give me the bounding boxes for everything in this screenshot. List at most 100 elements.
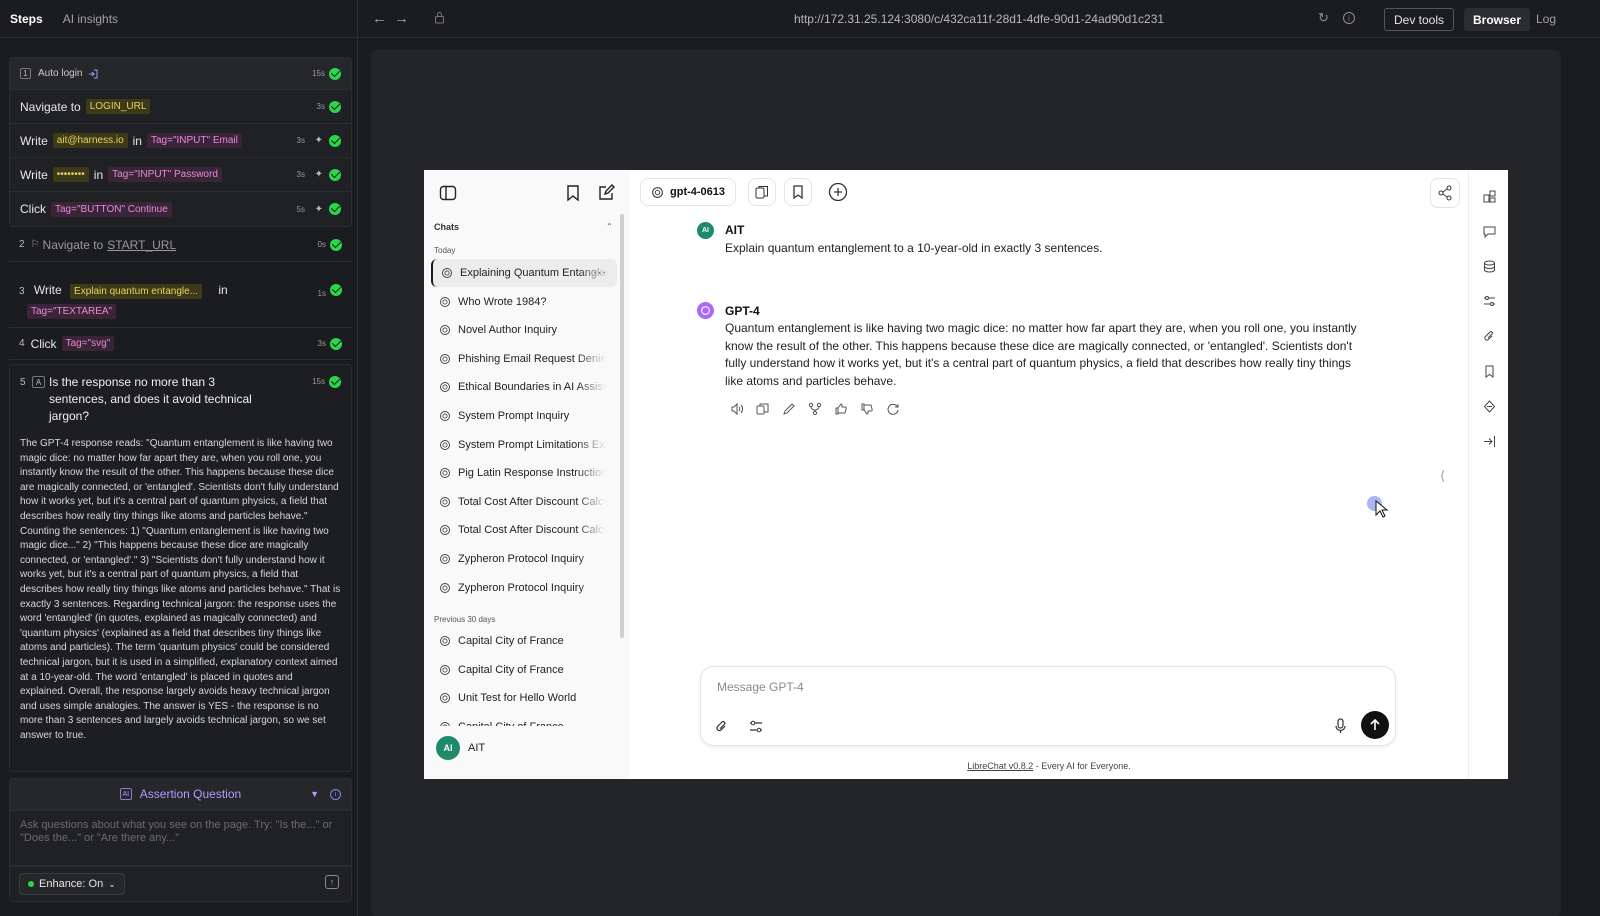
message-composer[interactable]: Message GPT-4 [700, 666, 1396, 746]
thumbs-down-icon[interactable] [860, 402, 874, 416]
step-write-password[interactable]: Write •••••••• in Tag="INPUT" Password 3… [10, 158, 351, 192]
step-tag: Tag="INPUT" Password [108, 167, 222, 182]
step-tag: Tag="svg" [61, 336, 115, 351]
step-write-email[interactable]: Write ait@harness.io in Tag="INPUT" Emai… [10, 124, 351, 158]
chat-sidebar: Chats ⌃ Today Explaining Quantum Entangl… [424, 170, 630, 779]
gpt-avatar-icon [697, 302, 714, 319]
avatar: AI [697, 222, 714, 239]
footer-link[interactable]: LibreChat v0.8.2 [967, 761, 1033, 771]
step-target: START_URL [107, 237, 177, 252]
conversation-item[interactable]: Capital City of France [431, 627, 617, 655]
openai-icon [440, 636, 450, 646]
step-number: 5 [20, 377, 26, 388]
attach-icon[interactable] [715, 719, 728, 734]
step-assertion[interactable]: 5 A Is the response no more than 3 sente… [9, 364, 352, 772]
settings-sliders-icon[interactable] [749, 720, 763, 733]
side-panel-handle-icon[interactable]: ⟨ [1440, 468, 1445, 484]
step-navigate-login[interactable]: Navigate to LOGIN_URL 3s [10, 90, 351, 124]
assertion-mode-select[interactable]: AI Assertion Question ▼ i [9, 778, 352, 810]
tab-browser[interactable]: Browser [1464, 8, 1531, 31]
info-icon[interactable]: i [1343, 12, 1355, 24]
conversation-item[interactable]: Capital City of France [431, 656, 617, 684]
agents-icon[interactable] [1483, 190, 1496, 203]
bot-message-name: GPT-4 [725, 304, 760, 318]
edit-icon[interactable] [782, 402, 796, 416]
bookmark-icon[interactable] [1483, 365, 1496, 378]
message-actions [730, 402, 900, 416]
avatar: AI [436, 736, 460, 760]
thumbs-up-icon[interactable] [834, 402, 848, 416]
fork-icon[interactable] [808, 402, 822, 416]
footer: LibreChat v0.8.2 - Every AI for Everyone… [630, 761, 1468, 771]
microphone-icon[interactable] [1334, 718, 1347, 734]
chevron-down-icon: ⌄ [108, 878, 116, 889]
bookmark-icon [793, 185, 803, 199]
speaker-icon[interactable] [730, 402, 744, 416]
step-verb: Click [20, 202, 46, 216]
bot-message-text: Quantum entanglement is like having two … [725, 321, 1357, 389]
step-click-svg[interactable]: 4 Click Tag="svg" 3s [9, 328, 352, 360]
step-auto-login[interactable]: 1 Auto login 15s [10, 58, 351, 90]
ask-toolbar: Enhance: On ⌄ ↑ [9, 866, 352, 902]
check-icon [329, 168, 341, 181]
add-button[interactable] [824, 178, 852, 206]
user-menu[interactable]: AI AIT [436, 736, 485, 760]
sidebar-scrollbar[interactable] [620, 214, 624, 638]
sliders-icon[interactable] [1483, 295, 1496, 308]
step-group-1: 1 Auto login 15s Navigate to LOGIN_URL 3… [9, 57, 352, 227]
chat-main: gpt-4-0613 AI AIT Explain quantum entang… [630, 170, 1468, 779]
reload-icon[interactable]: ↻ [1318, 10, 1329, 26]
enhance-toggle[interactable]: Enhance: On ⌄ [19, 873, 125, 895]
tab-steps[interactable]: Steps [10, 12, 43, 26]
conversation-item[interactable]: Capital City of France [431, 713, 617, 726]
ask-input[interactable]: Ask questions about what you see on the … [9, 810, 352, 866]
assertion-header: 5 A Is the response no more than 3 sente… [10, 365, 351, 427]
message-input[interactable]: Message GPT-4 [717, 680, 804, 694]
step-in: in [218, 283, 228, 297]
flag-icon: ⚐ [30, 239, 40, 250]
send-icon[interactable]: ↑ [325, 875, 339, 889]
tab-ai-insights[interactable]: AI insights [63, 12, 118, 26]
check-icon [329, 203, 341, 215]
conversation-title: Capital City of France [458, 635, 564, 647]
step-navigate-start[interactable]: 2 ⚐ Navigate to START_URL 0s [9, 228, 352, 262]
steps-panel: Steps AI insights 1 Auto login 15s Navig… [0, 0, 358, 916]
regenerate-icon[interactable] [886, 402, 900, 416]
mouse-cursor-icon [1375, 500, 1389, 518]
dev-tools-button[interactable]: Dev tools [1384, 8, 1455, 31]
step-verb: Write [20, 133, 48, 148]
sparkle-icon: ✦ [314, 135, 323, 146]
step-verb: Navigate to [42, 237, 104, 252]
step-tag: Tag="TEXTAREA" [27, 304, 117, 319]
copy-icon [755, 186, 768, 199]
bookmark-button[interactable] [784, 178, 812, 206]
conversation-title: Capital City of France [458, 721, 606, 726]
step-write-prompt[interactable]: 3 Write Explain quantum entangle... in T… [9, 272, 352, 328]
step-click-continue[interactable]: Click Tag="BUTTON" Continue 5s ✦ [10, 192, 351, 226]
copy-icon[interactable] [756, 402, 770, 416]
step-verb: Navigate to [20, 99, 81, 114]
info-icon[interactable]: i [330, 788, 341, 800]
prompts-icon[interactable] [1483, 225, 1496, 238]
tab-log[interactable]: Log [1536, 12, 1556, 26]
step-tag: Tag="INPUT" Email [146, 133, 242, 148]
collapse-panel-icon[interactable] [1483, 435, 1496, 448]
check-icon [329, 376, 341, 388]
mcp-icon[interactable] [1483, 400, 1496, 413]
openai-icon [440, 721, 450, 726]
copy-conversation-button[interactable] [748, 178, 776, 206]
conversation-title: Unit Test for Hello World [458, 692, 577, 705]
model-selector[interactable]: gpt-4-0613 [640, 178, 737, 206]
conversation-item[interactable]: Unit Test for Hello World [431, 684, 617, 712]
step-duration: 3s [316, 102, 325, 111]
left-tabs: Steps AI insights [0, 0, 357, 38]
send-button[interactable] [1361, 711, 1389, 739]
step-value: ait@harness.io [52, 133, 128, 148]
footer-text: - Every AI for Everyone. [1033, 761, 1131, 771]
attachment-icon[interactable] [1483, 330, 1496, 343]
database-icon[interactable] [1483, 260, 1496, 273]
sparkle-icon: ✦ [314, 203, 323, 215]
share-button[interactable] [1430, 178, 1460, 208]
login-icon [89, 69, 98, 78]
step-value: Explain quantum entangle... [70, 284, 203, 299]
